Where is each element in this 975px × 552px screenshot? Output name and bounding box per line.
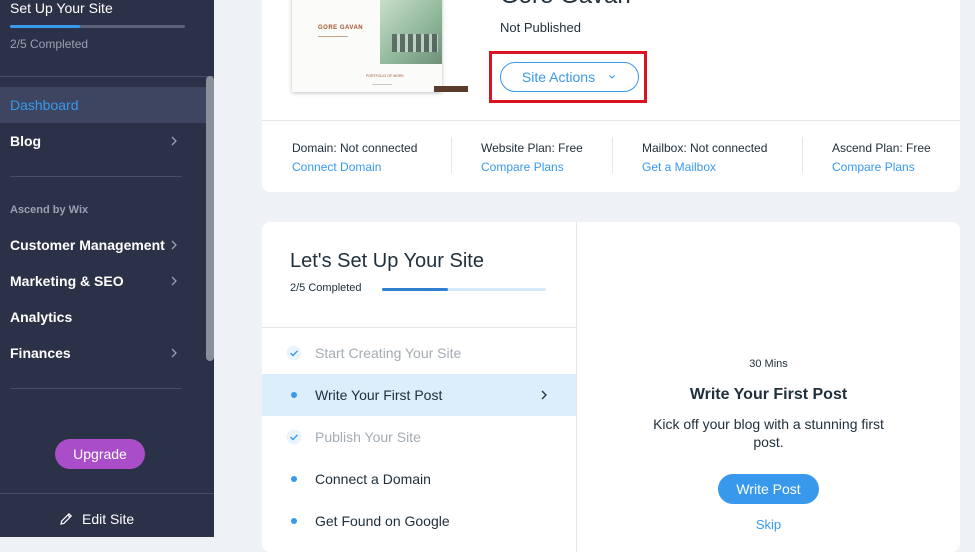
thumbnail-typewriter-keys [392,34,438,52]
domain-status: Domain: Not connected [292,141,418,155]
setup-progress-title[interactable]: Set Up Your Site [10,0,113,16]
chevron-right-icon [171,136,177,146]
step-label: Start Creating Your Site [315,345,462,361]
check-icon [286,345,302,361]
chevron-right-icon [171,276,177,286]
mailbox-info: Mailbox: Not connected Get a Mailbox [642,139,767,177]
setup-progress-fill [10,25,80,28]
setup-progress-bar [10,25,185,28]
setup-completed-count: 2/5 Completed [290,282,362,294]
site-overview-card: GORE GAVAN PORTFOLIO OF WORK Gore Gavan … [262,0,960,192]
ascend-plan-info: Ascend Plan: Free Compare Plans [832,139,931,177]
sidebar-item-label: Dashboard [10,97,79,113]
thumbnail-badge [434,86,468,92]
website-plan-info: Website Plan: Free Compare Plans [481,139,583,177]
compare-ascend-plans-link[interactable]: Compare Plans [832,158,931,177]
sidebar-item-marketing-seo[interactable]: Marketing & SEO [0,263,206,299]
setup-completed-count: 2/5 Completed [10,37,89,51]
chevron-right-icon [171,240,177,250]
step-label: Write Your First Post [315,387,443,403]
sidebar-divider [10,388,182,389]
chevron-right-icon [171,348,177,358]
bullet-icon [286,471,302,487]
sidebar-divider [0,76,214,77]
setup-title: Let's Set Up Your Site [290,250,484,272]
sidebar-item-label: Marketing & SEO [10,273,124,289]
step-detail-title: Write Your First Post [689,386,848,403]
edit-site-label: Edit Site [82,511,135,527]
chevron-right-icon [541,390,547,400]
sidebar-item-label: Blog [10,133,42,149]
thumbnail-caption: PORTFOLIO OF WORK [366,74,404,78]
ascend-plan-status: Ascend Plan: Free [832,141,931,155]
bullet-icon [286,513,302,529]
site-status: Not Published [500,20,581,35]
step-detail-panel: 30 Mins Write Your First Post Kick off y… [577,222,960,552]
info-separator [451,137,452,173]
check-icon [286,429,302,445]
pencil-icon [60,512,73,525]
step-start-creating-site[interactable]: Start Creating Your Site [262,332,576,374]
sidebar-item-analytics[interactable]: Analytics [0,299,206,335]
sidebar-scrollbar[interactable] [206,76,214,361]
sidebar-item-finances[interactable]: Finances [0,335,206,371]
sidebar-item-label: Customer Management [10,237,165,253]
bullet-icon [286,387,302,403]
domain-info: Domain: Not connected Connect Domain [292,139,417,177]
setup-progress-bar [382,288,546,291]
site-name: Gore Gavan [500,0,631,10]
step-label: Get Found on Google [315,513,450,529]
website-plan-status: Website Plan: Free [481,141,583,155]
info-separator [612,137,613,173]
write-post-button[interactable]: Write Post [718,474,819,504]
thumbnail-photo [380,0,442,64]
site-actions-button[interactable]: Site Actions [500,62,639,92]
edit-site-button[interactable]: Edit Site [58,511,134,527]
upgrade-button[interactable]: Upgrade [55,439,145,469]
setup-divider [262,327,576,328]
step-get-found-google[interactable]: Get Found on Google [262,500,576,542]
step-label: Connect a Domain [315,471,431,487]
step-label: Publish Your Site [315,429,421,445]
sidebar-divider [10,176,182,177]
site-thumbnail[interactable]: GORE GAVAN PORTFOLIO OF WORK [292,0,468,92]
sidebar: Set Up Your Site 2/5 Completed Dashboard… [0,0,214,537]
sidebar-item-blog[interactable]: Blog [0,123,206,159]
setup-progress-fill [382,288,448,291]
connect-domain-link[interactable]: Connect Domain [292,158,417,177]
card-divider [262,120,960,121]
sidebar-item-customer-management[interactable]: Customer Management [0,227,206,263]
step-write-first-post[interactable]: Write Your First Post [262,374,576,416]
skip-link[interactable]: Skip [577,517,960,532]
step-duration: 30 Mins [749,358,788,370]
thumbnail-site-name: GORE GAVAN [318,25,364,31]
chevron-down-icon [609,75,615,79]
compare-plans-link[interactable]: Compare Plans [481,158,583,177]
setup-steps-panel: Let's Set Up Your Site 2/5 Completed Sta… [262,222,577,552]
sidebar-item-dashboard[interactable]: Dashboard [0,87,206,123]
step-publish-site[interactable]: Publish Your Site [262,416,576,458]
sidebar-divider [0,493,214,494]
info-separator [802,137,803,173]
thumbnail-subline [372,84,392,85]
mailbox-status: Mailbox: Not connected [642,141,768,155]
get-mailbox-link[interactable]: Get a Mailbox [642,158,767,177]
sidebar-item-label: Finances [10,345,71,361]
step-connect-domain[interactable]: Connect a Domain [262,458,576,500]
thumbnail-rule [318,36,348,37]
sidebar-section-label: Ascend by Wix [10,204,89,216]
step-detail-description: Kick off your blog with a stunning first… [653,416,884,450]
setup-checklist-card: Let's Set Up Your Site 2/5 Completed Sta… [262,222,960,552]
site-actions-label: Site Actions [521,69,596,85]
sidebar-item-label: Analytics [10,309,73,325]
